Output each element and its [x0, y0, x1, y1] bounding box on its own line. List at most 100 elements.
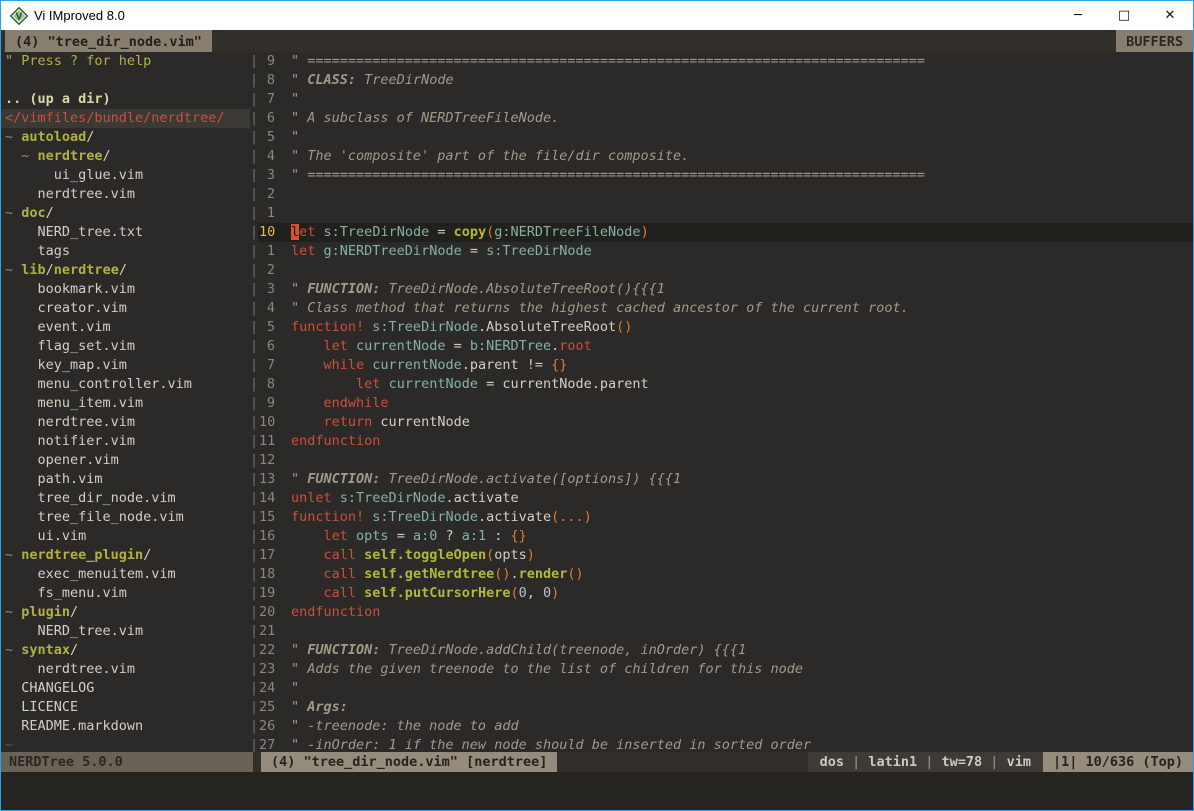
tree-item[interactable]: NERD_tree.txt	[1, 223, 250, 242]
editor-window[interactable]: 9" =====================================…	[258, 52, 1193, 752]
code-line[interactable]: 1let g:NERDTreeDirNode = s:TreeDirNode	[258, 242, 1193, 261]
separator-glyph: |	[250, 375, 258, 394]
tree-item[interactable]: menu_controller.vim	[1, 375, 250, 394]
code-line[interactable]: 21	[258, 622, 1193, 641]
separator-glyph: |	[250, 242, 258, 261]
tree-item[interactable]	[1, 71, 250, 90]
close-button[interactable]: ✕	[1147, 1, 1193, 30]
code-line[interactable]: 23" Adds the given treenode to the list …	[258, 660, 1193, 679]
code-line[interactable]: 17 call self.toggleOpen(opts)	[258, 546, 1193, 565]
tree-item[interactable]: tags	[1, 242, 250, 261]
code-line[interactable]: 8" CLASS: TreeDirNode	[258, 71, 1193, 90]
code-line[interactable]: 27" -inOrder: 1 if the new node should b…	[258, 736, 1193, 752]
tree-item[interactable]: nerdtree.vim	[1, 185, 250, 204]
code-line[interactable]: 10 return currentNode	[258, 413, 1193, 432]
relative-line-number: 8	[258, 375, 275, 394]
active-buffer-status: (4) "tree_dir_node.vim" [nerdtree]	[261, 752, 557, 772]
file-flags: dos | latin1 | tw=78 | vim	[808, 752, 1043, 772]
nerdtree-status: NERDTree 5.0.0	[1, 752, 253, 772]
tree-item[interactable]: .. (up a dir)	[1, 90, 250, 109]
code-line[interactable]: 7"	[258, 90, 1193, 109]
tree-item[interactable]: path.vim	[1, 470, 250, 489]
code-line[interactable]: 20endfunction	[258, 603, 1193, 622]
code-line[interactable]: 12	[258, 451, 1193, 470]
relative-line-number: 8	[258, 71, 275, 90]
tree-item[interactable]: event.vim	[1, 318, 250, 337]
tabline-fill	[212, 30, 1116, 52]
code-line[interactable]: 2	[258, 261, 1193, 280]
tree-item[interactable]: nerdtree.vim	[1, 413, 250, 432]
code-line[interactable]: 2	[258, 185, 1193, 204]
code-line[interactable]: 4" Class method that returns the highest…	[258, 299, 1193, 318]
tree-item[interactable]: LICENCE	[1, 698, 250, 717]
buffer-tab[interactable]: (4) "tree_dir_node.vim"	[5, 30, 212, 52]
tree-item[interactable]: fs_menu.vim	[1, 584, 250, 603]
window-separator[interactable]: |||||||||||||||||||||||||||||||||||||	[250, 52, 258, 752]
tree-item[interactable]: ~ nerdtree/	[1, 147, 250, 166]
code-line[interactable]: 9 endwhile	[258, 394, 1193, 413]
minimize-button[interactable]: ─	[1055, 1, 1101, 30]
tree-item[interactable]: NERD_tree.vim	[1, 622, 250, 641]
code-line[interactable]: 5function! s:TreeDirNode.AbsoluteTreeRoo…	[258, 318, 1193, 337]
code-line[interactable]: 18 call self.getNerdtree().render()	[258, 565, 1193, 584]
nerdtree-window[interactable]: " Press ? for help .. (up a dir)</vimfile…	[1, 52, 250, 752]
tree-item[interactable]: ui_glue.vim	[1, 166, 250, 185]
code-line[interactable]: 13" FUNCTION: TreeDirNode.activate([opti…	[258, 470, 1193, 489]
tree-item[interactable]: ~ lib/nerdtree/	[1, 261, 250, 280]
tree-item[interactable]: ui.vim	[1, 527, 250, 546]
tree-item[interactable]: exec_menuitem.vim	[1, 565, 250, 584]
separator-glyph: |	[250, 470, 258, 489]
code-line[interactable]: 4" The 'composite' part of the file/dir …	[258, 147, 1193, 166]
maximize-button[interactable]: □	[1101, 1, 1147, 30]
code-line[interactable]: 3" =====================================…	[258, 166, 1193, 185]
code-line[interactable]: 25" Args:	[258, 698, 1193, 717]
tree-item[interactable]: ~ nerdtree_plugin/	[1, 546, 250, 565]
tree-item[interactable]: ~	[1, 736, 250, 752]
relative-line-number: 19	[258, 584, 275, 603]
tree-root-item[interactable]: </vimfiles/bundle/nerdtree/	[1, 109, 250, 128]
relative-line-number: 23	[258, 660, 275, 679]
tree-item[interactable]: ~ syntax/	[1, 641, 250, 660]
tree-item[interactable]: README.markdown	[1, 717, 250, 736]
code-line[interactable]: 14unlet s:TreeDirNode.activate	[258, 489, 1193, 508]
separator-glyph: |	[250, 584, 258, 603]
tree-item[interactable]: flag_set.vim	[1, 337, 250, 356]
relative-line-number: 17	[258, 546, 275, 565]
code-line[interactable]: 16 let opts = a:0 ? a:1 : {}	[258, 527, 1193, 546]
relative-line-number: 16	[258, 527, 275, 546]
code-line[interactable]: 6" A subclass of NERDTreeFileNode.	[258, 109, 1193, 128]
code-line[interactable]: 7 while currentNode.parent != {}	[258, 356, 1193, 375]
tree-item[interactable]: notifier.vim	[1, 432, 250, 451]
tree-item[interactable]: ~ doc/	[1, 204, 250, 223]
tree-item[interactable]: menu_item.vim	[1, 394, 250, 413]
code-line[interactable]: 11endfunction	[258, 432, 1193, 451]
separator-glyph: |	[250, 337, 258, 356]
separator-glyph: |	[250, 261, 258, 280]
code-line[interactable]: 22" FUNCTION: TreeDirNode.addChild(treen…	[258, 641, 1193, 660]
tree-item[interactable]: CHANGELOG	[1, 679, 250, 698]
code-line[interactable]: 24"	[258, 679, 1193, 698]
tree-item[interactable]: nerdtree.vim	[1, 660, 250, 679]
code-line[interactable]: 15function! s:TreeDirNode.activate(...)	[258, 508, 1193, 527]
code-line[interactable]: 26" -treenode: the node to add	[258, 717, 1193, 736]
tree-item[interactable]: ~ plugin/	[1, 603, 250, 622]
tree-item[interactable]: tree_dir_node.vim	[1, 489, 250, 508]
code-line[interactable]: 19 call self.putCursorHere(0, 0)	[258, 584, 1193, 603]
code-line[interactable]: 3" FUNCTION: TreeDirNode.AbsoluteTreeRoo…	[258, 280, 1193, 299]
code-line[interactable]: 1	[258, 204, 1193, 223]
code-line[interactable]: 6 let currentNode = b:NERDTree.root	[258, 337, 1193, 356]
tree-item[interactable]: key_map.vim	[1, 356, 250, 375]
relative-line-number: 3	[258, 166, 275, 185]
code-line[interactable]: 8 let currentNode = currentNode.parent	[258, 375, 1193, 394]
tree-item[interactable]: tree_file_node.vim	[1, 508, 250, 527]
code-line[interactable]: 9" =====================================…	[258, 52, 1193, 71]
tree-item[interactable]: " Press ? for help	[1, 52, 250, 71]
tree-item[interactable]: ~ autoload/	[1, 128, 250, 147]
tree-item[interactable]: bookmark.vim	[1, 280, 250, 299]
tree-item[interactable]: opener.vim	[1, 451, 250, 470]
tree-item[interactable]: creator.vim	[1, 299, 250, 318]
separator-glyph: |	[250, 90, 258, 109]
code-line[interactable]: 5"	[258, 128, 1193, 147]
code-line[interactable]: 10let s:TreeDirNode = copy(g:NERDTreeFil…	[258, 223, 1193, 242]
separator-glyph: |	[250, 622, 258, 641]
